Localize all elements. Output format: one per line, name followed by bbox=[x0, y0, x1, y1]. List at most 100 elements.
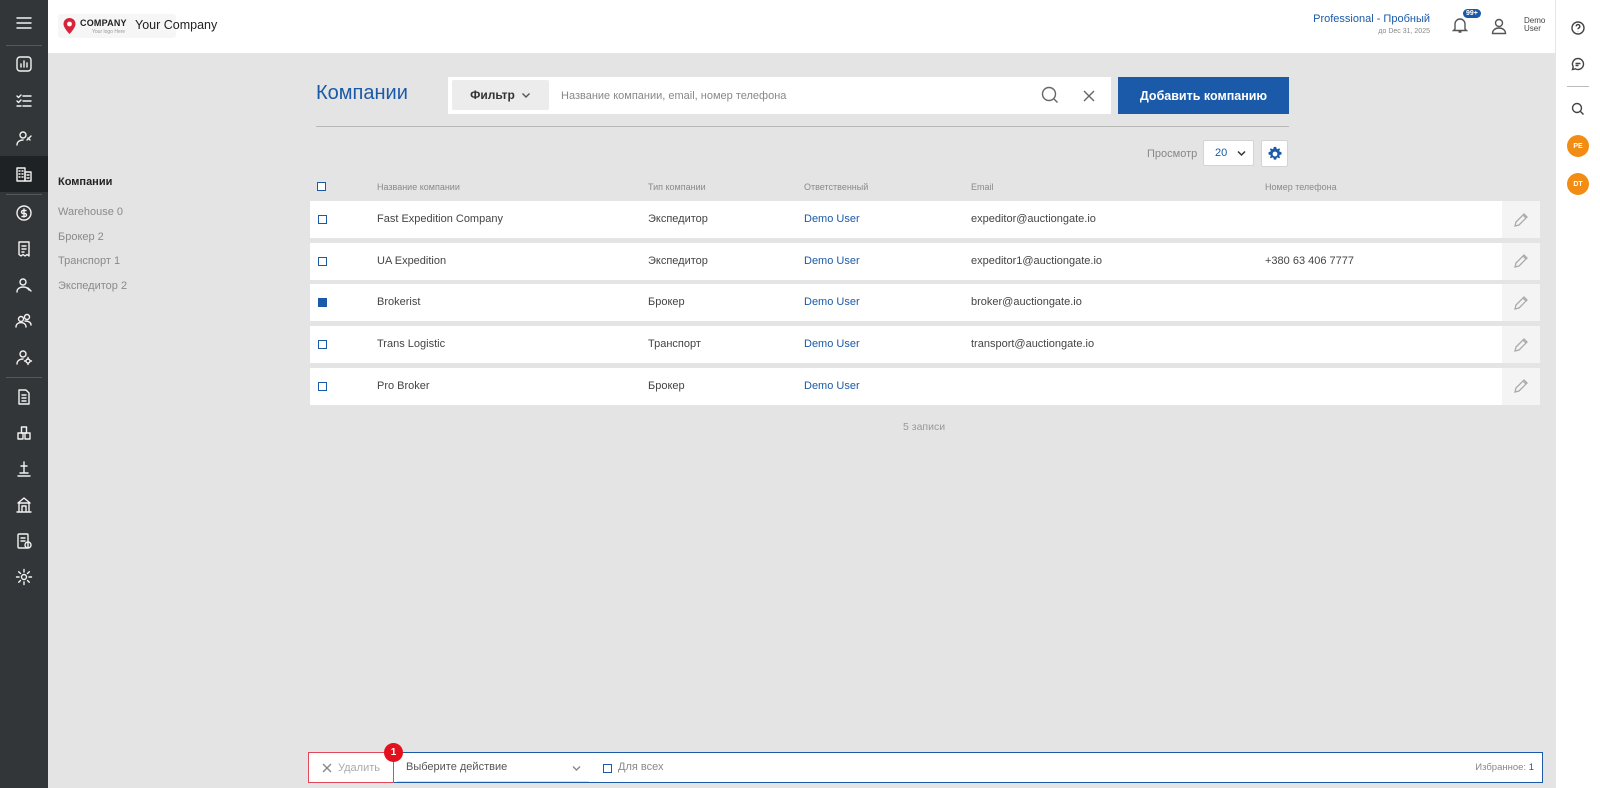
select-all-checkbox[interactable] bbox=[317, 182, 326, 191]
auction-icon[interactable] bbox=[0, 451, 48, 487]
right-rail: PE DT bbox=[1555, 0, 1600, 788]
row-checkbox[interactable] bbox=[318, 298, 327, 308]
document-icon[interactable] bbox=[0, 379, 48, 415]
page-size-label: Просмотр bbox=[1147, 148, 1198, 160]
column-header-type[interactable]: Тип компании bbox=[648, 182, 706, 192]
user-name[interactable]: Demo User bbox=[1524, 17, 1554, 33]
owner-link[interactable]: Demo User bbox=[804, 296, 860, 308]
company-name-cell[interactable]: Pro Broker bbox=[377, 380, 430, 392]
favorites-counter: Избранное: 1 bbox=[1475, 762, 1534, 773]
subnav-item-warehouse[interactable]: Warehouse 0 bbox=[58, 206, 238, 231]
favorites-count: 1 bbox=[1528, 762, 1534, 773]
user-settings-icon[interactable] bbox=[0, 339, 48, 375]
search-input[interactable] bbox=[561, 86, 1011, 106]
billing-icon[interactable] bbox=[0, 523, 48, 559]
for-all-checkbox[interactable] bbox=[603, 764, 612, 773]
rail-divider bbox=[1567, 86, 1589, 87]
pencil-icon bbox=[1514, 212, 1528, 227]
edit-button[interactable] bbox=[1502, 367, 1540, 405]
search-bar: Фильтр bbox=[448, 77, 1111, 114]
dashboard-icon[interactable] bbox=[0, 46, 48, 82]
row-checkbox[interactable] bbox=[318, 381, 327, 391]
owner-link[interactable]: Demo User bbox=[804, 338, 860, 350]
company-name-cell[interactable]: UA Expedition bbox=[377, 255, 446, 267]
table-settings-button[interactable] bbox=[1261, 140, 1288, 167]
company-name-cell[interactable]: Fast Expedition Company bbox=[377, 213, 503, 225]
task-list-icon[interactable] bbox=[0, 83, 48, 119]
owner-link[interactable]: Demo User bbox=[804, 255, 860, 267]
table-row[interactable]: Pro Broker Брокер Demo User bbox=[310, 367, 1540, 405]
subnav-title[interactable]: Компании bbox=[58, 176, 238, 206]
help-icon[interactable] bbox=[1567, 17, 1589, 39]
table-row[interactable]: Fast Expedition Company Экспедитор Demo … bbox=[310, 201, 1540, 238]
chat-icon[interactable] bbox=[1567, 53, 1589, 75]
page-size-select[interactable]: 20 bbox=[1203, 140, 1254, 166]
table-row[interactable]: Brokerist Брокер Demo User broker@auctio… bbox=[310, 284, 1540, 322]
search-icon[interactable] bbox=[1041, 86, 1061, 106]
column-header-phone[interactable]: Номер телефона bbox=[1265, 182, 1337, 192]
search-icon[interactable] bbox=[1567, 98, 1589, 120]
settings-icon[interactable] bbox=[0, 559, 48, 595]
chevron-down-icon bbox=[521, 93, 530, 98]
avatar-dt[interactable]: DT bbox=[1567, 173, 1589, 195]
column-header-name[interactable]: Название компании bbox=[377, 182, 460, 192]
invoices-icon[interactable] bbox=[0, 231, 48, 267]
deals-icon[interactable] bbox=[0, 195, 48, 231]
edit-button[interactable] bbox=[1502, 284, 1540, 322]
avatar-pe[interactable]: PE bbox=[1567, 135, 1589, 157]
company-name: Your Company bbox=[135, 18, 218, 32]
edit-button[interactable] bbox=[1502, 326, 1540, 364]
team-icon[interactable] bbox=[0, 303, 48, 339]
bell-icon bbox=[1451, 18, 1469, 33]
owner-link[interactable]: Demo User bbox=[804, 380, 860, 392]
company-type-filter: Компании Warehouse 0 Брокер 2 Транспорт … bbox=[58, 176, 238, 304]
column-header-email[interactable]: Email bbox=[971, 182, 994, 192]
close-icon[interactable] bbox=[1080, 87, 1098, 105]
table-row[interactable]: UA Expedition Экспедитор Demo User exped… bbox=[310, 242, 1540, 280]
company-name-cell[interactable]: Brokerist bbox=[377, 296, 420, 308]
menu-icon[interactable] bbox=[0, 5, 48, 41]
table-row[interactable]: Trans Logistic Транспорт Demo User trans… bbox=[310, 326, 1540, 364]
owner-link[interactable]: Demo User bbox=[804, 213, 860, 225]
bulk-action-select[interactable]: Выберите действие bbox=[397, 753, 589, 782]
company-type-cell: Транспорт bbox=[648, 338, 701, 351]
page-title: Компании bbox=[316, 82, 408, 104]
top-header: COMPANY Your logo Here Your Company Prof… bbox=[48, 0, 1555, 53]
email-cell: expeditor@auctiongate.io bbox=[971, 213, 1096, 225]
pencil-icon bbox=[1514, 254, 1528, 269]
for-all-label[interactable]: Для всех bbox=[618, 761, 663, 773]
warehouse-icon[interactable] bbox=[0, 415, 48, 451]
subnav-item-transport[interactable]: Транспорт 1 bbox=[58, 255, 238, 280]
row-checkbox[interactable] bbox=[318, 340, 327, 350]
contacts-icon[interactable] bbox=[0, 120, 48, 156]
row-checkbox[interactable] bbox=[318, 256, 327, 266]
add-company-button[interactable]: Добавить компанию bbox=[1118, 77, 1289, 114]
subnav-item-broker[interactable]: Брокер 2 bbox=[58, 231, 238, 256]
plan-expiry-date: до Dec 31, 2025 bbox=[1378, 28, 1430, 35]
bulk-action-placeholder: Выберите действие bbox=[406, 761, 508, 773]
delete-button[interactable]: Удалить bbox=[308, 752, 394, 783]
logo-pin-icon bbox=[63, 18, 76, 34]
user-icon[interactable] bbox=[0, 267, 48, 303]
subnav-item-expeditor[interactable]: Экспедитор 2 bbox=[58, 280, 238, 305]
edit-button[interactable] bbox=[1502, 242, 1540, 280]
table-header: Название компании Тип компании Ответстве… bbox=[310, 180, 1540, 194]
filter-label: Фильтр bbox=[470, 88, 515, 102]
column-header-owner[interactable]: Ответственный bbox=[804, 182, 868, 192]
filter-button[interactable]: Фильтр bbox=[452, 80, 549, 110]
plan-name-link[interactable]: Professional - Пробный bbox=[1313, 13, 1430, 25]
logo-text: COMPANY bbox=[80, 18, 127, 28]
companies-icon[interactable] bbox=[0, 156, 48, 192]
notifications-button[interactable]: 99+ bbox=[1451, 9, 1481, 36]
row-checkbox[interactable] bbox=[318, 215, 327, 224]
edit-button[interactable] bbox=[1502, 201, 1540, 238]
company-type-cell: Экспедитор bbox=[648, 254, 708, 267]
delete-label: Удалить bbox=[338, 761, 380, 774]
logo-subtitle: Your logo Here bbox=[92, 29, 126, 35]
port-icon[interactable] bbox=[0, 487, 48, 523]
company-name-cell[interactable]: Trans Logistic bbox=[377, 338, 445, 350]
company-type-cell: Брокер bbox=[648, 379, 685, 392]
left-navigation bbox=[0, 0, 48, 788]
records-count: 5 записи bbox=[903, 421, 946, 433]
user-menu-button[interactable] bbox=[1490, 17, 1510, 37]
